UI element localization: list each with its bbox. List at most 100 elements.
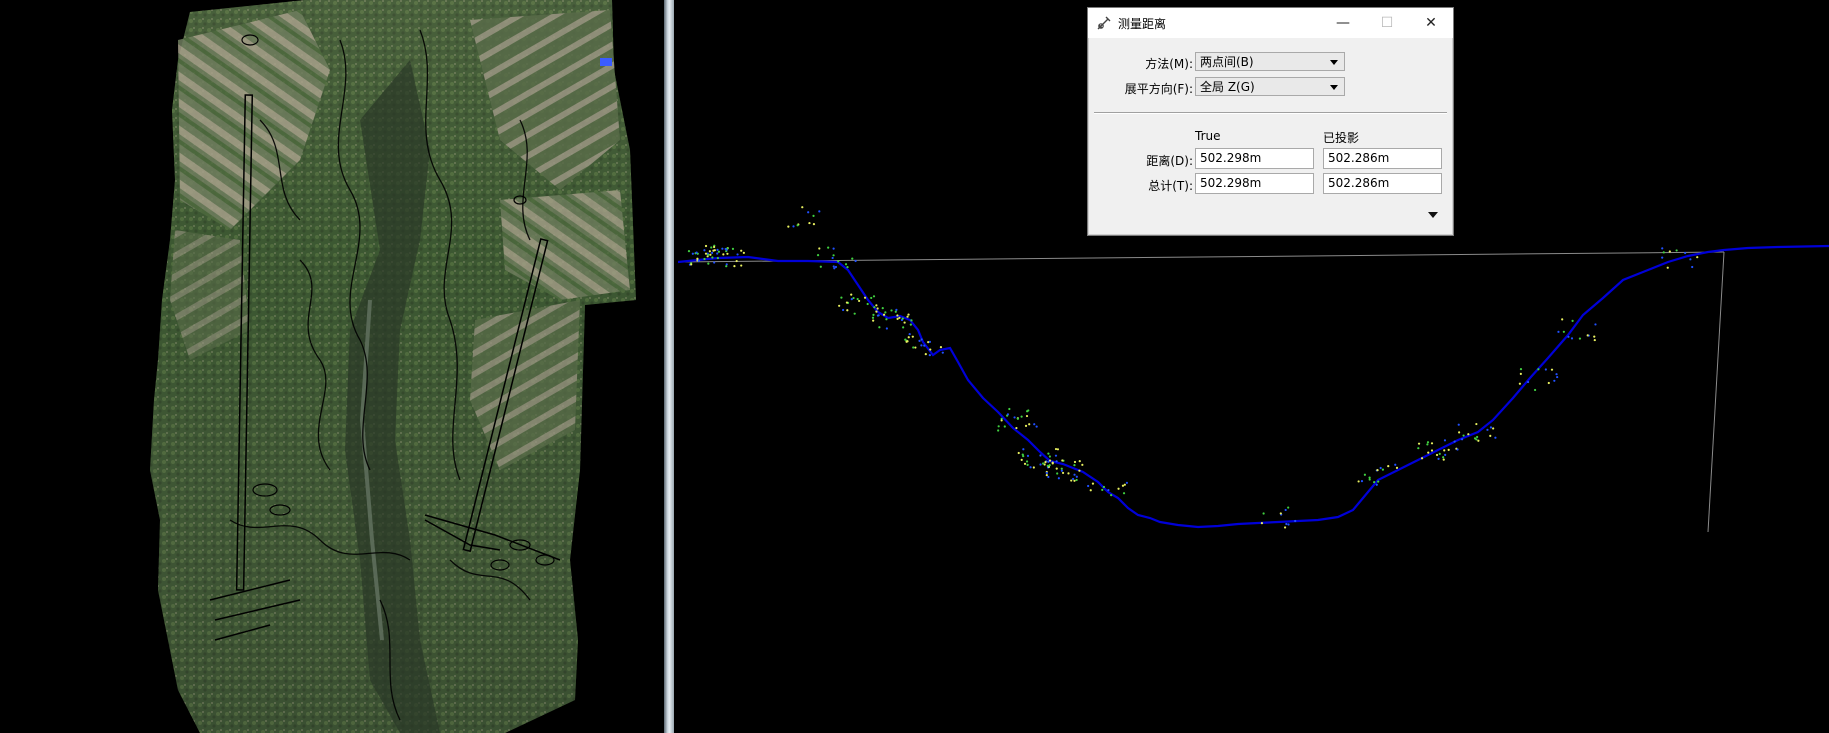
point-cloud-dot [1442,458,1445,461]
point-cloud-dot [1668,250,1671,253]
point-cloud-dot [733,265,736,268]
point-cloud-dot [1056,448,1060,451]
close-button[interactable]: ✕ [1409,8,1453,38]
point-cloud-dot [1437,457,1440,461]
chevron-down-icon [1330,60,1338,65]
point-cloud-dot [911,335,914,338]
point-cloud-dot [1022,448,1025,451]
point-cloud-dot [901,317,904,320]
flatten-direction-value: 全局 Z(G) [1200,80,1255,94]
point-cloud-dot [1420,457,1424,460]
point-cloud-dot [908,332,911,336]
point-cloud-dot [1028,423,1031,426]
point-cloud-dot [1287,523,1290,526]
point-cloud-dot [1594,323,1597,326]
point-cloud-dot [1067,472,1070,475]
point-cloud-dot [923,344,926,347]
point-cloud-dot [904,338,907,341]
point-cloud-dot [841,308,845,312]
point-cloud-dot [735,259,738,263]
point-cloud-dot [1593,335,1596,338]
point-cloud-dot [711,256,714,259]
point-cloud-dot [1071,477,1075,481]
point-cloud-dot [896,314,899,317]
point-cloud-dot [796,224,799,227]
point-cloud-dot [1035,425,1038,428]
point-cloud-dot [898,316,901,319]
point-cloud-dot [1039,463,1042,466]
method-label: 方法(M): [1145,57,1193,71]
distance-projected-field[interactable]: 502.286m [1323,148,1442,169]
point-cloud-dot [1101,488,1104,491]
point-cloud-dot [1456,448,1459,451]
point-cloud-dot [1024,424,1028,427]
point-cloud-dot [709,253,712,256]
chevron-down-icon[interactable] [1428,212,1438,218]
point-cloud-dot [1102,485,1106,489]
method-select[interactable]: 两点间(B) [1195,52,1345,71]
orthophoto-view[interactable] [0,0,662,733]
point-cloud-dot [1020,458,1023,461]
point-cloud-dot [1070,479,1073,482]
point-cloud-dot [1057,477,1060,480]
point-cloud-dot [1519,372,1522,375]
point-cloud-dot [812,214,815,217]
point-cloud-dot [1394,463,1397,466]
view-splitter[interactable] [662,0,678,733]
point-cloud-dot [1489,426,1493,429]
point-cloud-dot [1417,447,1420,450]
point-cloud-dot [1061,459,1064,462]
point-cloud-dot [881,307,884,310]
minimize-button[interactable]: — [1321,8,1365,38]
point-cloud-dot [1435,453,1439,457]
point-cloud-dot [1045,474,1048,477]
point-cloud-dot [1279,512,1282,515]
point-cloud-dot [1060,467,1063,470]
point-cloud-dot [920,344,923,347]
point-cloud-dot [1443,439,1447,442]
chevron-down-icon [1330,85,1338,90]
point-cloud-dot [853,312,856,315]
point-cloud-dot [1567,335,1570,338]
point-cloud-dot [1026,463,1029,466]
point-cloud-dot [1570,337,1574,340]
point-cloud-dot [1438,452,1441,455]
point-cloud-dot [877,314,880,317]
point-cloud-dot [1684,251,1687,255]
flatten-direction-select[interactable]: 全局 Z(G) [1195,77,1345,96]
distance-true-field[interactable]: 502.298m [1195,148,1314,169]
point-cloud-dot [740,249,743,252]
distance-label: 距离(D): [1146,154,1193,168]
point-cloud-dot [1047,452,1050,455]
point-cloud-dot [1363,473,1366,476]
point-cloud-dot [851,257,854,260]
point-cloud-dot [906,340,909,343]
point-cloud-dot [1381,468,1384,471]
maximize-button[interactable]: ☐ [1365,8,1409,38]
point-cloud-dot [1447,448,1450,451]
point-cloud-dot [710,246,713,249]
terrain-profile-line [678,244,1829,529]
point-cloud-dot [1368,478,1371,481]
point-cloud-dot [807,211,810,214]
total-projected-field[interactable]: 502.286m [1323,173,1442,194]
point-cloud-dot [697,259,700,262]
point-cloud-dot [1003,425,1006,428]
point-cloud-dot [1562,330,1565,333]
point-cloud-dot [1026,454,1030,457]
point-cloud-dot [812,223,816,226]
point-cloud-dot [833,267,836,270]
point-cloud-dot [1091,482,1095,485]
dialog-titlebar[interactable]: 测量距离 — ☐ ✕ [1088,8,1453,38]
point-cloud-dot [854,259,857,263]
total-true-field[interactable]: 502.298m [1195,173,1314,194]
point-cloud-dot [1555,373,1558,376]
point-cloud-dot [726,247,729,250]
point-cloud-dot [1593,338,1596,342]
point-cloud-dot [1060,469,1063,472]
point-cloud-dot [875,310,878,313]
point-cloud-dot [1426,443,1429,446]
point-cloud-dot [1087,484,1090,488]
point-cloud-dot [1048,459,1052,462]
point-cloud-dot [1051,461,1054,464]
